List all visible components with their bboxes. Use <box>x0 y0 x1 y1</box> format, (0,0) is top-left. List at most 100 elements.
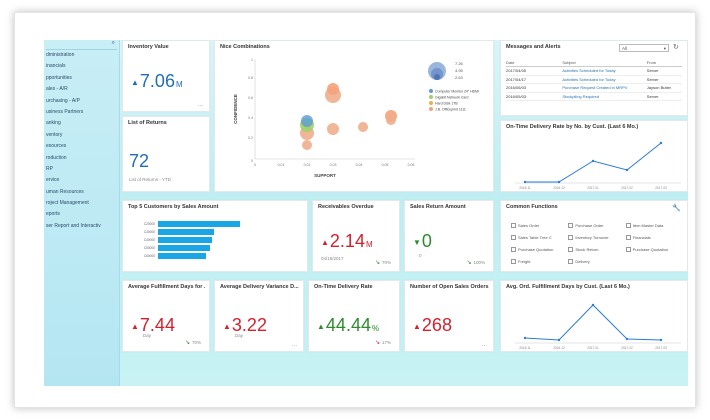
tile-fulfillment-by-customer[interactable]: Avg. Ord. Fulfillment Days by Cust. (Las… <box>500 280 688 352</box>
function-link[interactable]: Sales Table Tree C <box>511 235 564 240</box>
svg-text:2017.03: 2017.03 <box>655 346 667 350</box>
common-functions-grid: Sales Order Purchase Order Item Master Dat… <box>511 223 679 264</box>
svg-text:2017.02: 2017.02 <box>621 346 633 350</box>
svg-text:2017.01: 2017.01 <box>587 346 599 350</box>
tile-ontime-by-customer[interactable]: On-Time Delivery Rate by No. by Cust. (L… <box>500 120 688 192</box>
sidebar-item[interactable]: eports <box>44 209 119 220</box>
sidebar-item[interactable]: usiness Partners <box>44 107 119 118</box>
tile-receivables-overdue[interactable]: Receivables Overdue ▲2.14M 04/18/2017 ↘ 7… <box>312 200 400 272</box>
form-icon <box>568 259 574 264</box>
svg-text:2017.01: 2017.01 <box>587 186 599 190</box>
more-icon[interactable]: ... <box>198 102 203 108</box>
function-link[interactable]: Purchase Quotation <box>625 247 679 252</box>
sidebar-item[interactable]: ervice <box>44 175 119 186</box>
svg-text:2016.12: 2016.12 <box>553 186 565 190</box>
svg-text:2017.02: 2017.02 <box>621 186 633 190</box>
svg-text:0.02: 0.02 <box>304 163 311 167</box>
sidebar-search[interactable]: ⌕ <box>46 40 117 50</box>
form-icon <box>568 223 574 228</box>
form-icon <box>568 247 574 252</box>
form-icon <box>511 259 516 264</box>
tile-ontime-rate[interactable]: On-Time Delivery Rate ▲44.44% ↘ 17% <box>308 280 400 352</box>
svg-text:1: 1 <box>251 58 253 62</box>
table-row[interactable]: 2016/05/03 Purchase Request Created in MR… <box>506 83 682 93</box>
bubble-chart: 0 0.2 0.4 0.6 0.8 1 0 0.01 0.02 0.03 0.0… <box>233 58 479 178</box>
kpi-value: ▼0 <box>413 231 432 251</box>
wrench-icon[interactable]: 🔧 <box>672 204 681 212</box>
svg-text:2016.12: 2016.12 <box>553 346 565 350</box>
sidebar-item[interactable]: esources <box>44 141 119 152</box>
refresh-icon[interactable]: ↻ <box>673 43 679 51</box>
sidebar-item[interactable]: uman Resources <box>44 187 119 198</box>
tile-messages-alerts[interactable]: Messages and Alerts All ▾ ↻ Date Subject … <box>500 40 688 116</box>
tile-list-of-returns[interactable]: List of Returns 72 List of Returns - YTD <box>122 116 210 192</box>
sidebar-item[interactable]: pportunities <box>44 73 119 84</box>
sidebar-item[interactable]: inancials <box>44 61 119 72</box>
sidebar-item[interactable]: roduction <box>44 153 119 164</box>
svg-text:Gigabit Network Card: Gigabit Network Card <box>435 95 469 99</box>
tile-title: List of Returns <box>128 120 167 126</box>
form-icon <box>511 247 516 252</box>
sidebar-item[interactable]: roject Management <box>44 198 119 209</box>
svg-text:7.26: 7.26 <box>455 61 464 66</box>
tile-title: Receivables Overdue <box>318 204 374 210</box>
function-link[interactable]: Inventory Turnover <box>568 235 621 240</box>
search-icon[interactable]: ⌕ <box>112 40 115 47</box>
tile-fulfillment-days[interactable]: Average Fulfillment Days for ... ▲7.44 D… <box>122 280 210 352</box>
tile-common-functions[interactable]: Common Functions 🔧 Sales Order Purchase O… <box>500 200 688 272</box>
more-icon[interactable]: ... <box>482 342 487 348</box>
trend-down-icon: ▼ <box>413 237 421 247</box>
table-row[interactable]: 2017/04/05 Activities Scheduled for Today… <box>506 66 682 76</box>
tile-sales-return[interactable]: Sales Return Amount ▼0 0 ↘ 100% <box>404 200 494 272</box>
sidebar-item[interactable]: RP <box>44 164 119 175</box>
tile-nice-combinations[interactable]: Nice Combinations 0 0.2 0.4 0.6 0.8 1 0 … <box>214 40 494 192</box>
tile-inventory-value[interactable]: Inventory Value ▲7.06M ... <box>122 40 210 112</box>
table-row[interactable]: 2016/05/03 Stockpiling Required Server <box>506 92 682 102</box>
svg-text:0.8: 0.8 <box>248 76 253 80</box>
function-link[interactable]: Financials <box>625 235 679 240</box>
filter-dropdown[interactable]: All ▾ <box>619 44 669 52</box>
function-link[interactable]: Stock Return <box>568 247 621 252</box>
tile-top-customers[interactable]: Top 5 Customers by Sales Amount C20000 C… <box>122 200 308 272</box>
tile-delivery-variance[interactable]: Average Delivery Variance D... ▲3.22 Day… <box>214 280 304 352</box>
svg-text:Hard Disk 1TB: Hard Disk 1TB <box>435 101 458 105</box>
function-link[interactable]: Purchase Order <box>568 223 621 228</box>
tile-title: Number of Open Sales Orders <box>410 284 489 290</box>
kpi-footer: ↘ 70% <box>374 260 391 266</box>
dashboard: ⌕ dministration inancials pportunities ales… <box>44 40 688 386</box>
trend-up-icon: ▲ <box>321 237 329 247</box>
sidebar-item[interactable]: ales - A/R <box>44 84 119 95</box>
tile-title: On-Time Delivery Rate <box>314 284 373 290</box>
trend-down-icon: ↘ <box>374 260 380 266</box>
line-chart: 2016.11 2016.12 2017.01 2017.02 2017.03 <box>515 141 681 190</box>
sidebar-item[interactable]: ventory <box>44 130 119 141</box>
tile-title: Sales Return Amount <box>410 204 466 210</box>
function-link[interactable]: Item Master Data <box>625 223 679 228</box>
more-icon[interactable]: ... <box>292 342 297 348</box>
svg-text:C60000: C60000 <box>144 254 155 258</box>
svg-text:C30000: C30000 <box>144 230 155 234</box>
function-link[interactable]: Freight <box>511 259 564 264</box>
function-link[interactable]: Sales Order <box>511 223 564 228</box>
kpi-value: 72 <box>129 151 150 171</box>
form-icon <box>625 223 631 228</box>
kpi-subtitle: 0 <box>419 253 422 258</box>
trend-up-icon: ▲ <box>131 77 139 87</box>
sidebar-item[interactable]: dministration <box>44 50 119 61</box>
sidebar-item[interactable]: urchasing - A/P <box>44 96 119 107</box>
tile-title: Average Delivery Variance D... <box>220 284 299 290</box>
sidebar-item[interactable]: ser Report and Interactiv <box>44 221 119 232</box>
function-link[interactable]: Delivery <box>568 259 621 264</box>
svg-text:0: 0 <box>254 163 256 167</box>
x-axis-label: SUPPORT <box>314 173 336 178</box>
kpi-subtitle: List of Returns - YTD <box>129 177 171 182</box>
size-legend: 7.26 4.95 2.63 <box>428 61 464 80</box>
table-row[interactable]: 2017/04/17 Activities Scheduled for Today… <box>506 75 682 85</box>
tile-open-sales-orders[interactable]: Number of Open Sales Orders ▲268 ... <box>404 280 494 352</box>
tile-title: Messages and Alerts <box>506 44 561 50</box>
messages-table: Date Subject From 2017/04/05 Activities S… <box>506 59 682 102</box>
tile-title: Average Fulfillment Days for ... <box>128 284 205 290</box>
function-link[interactable]: Purchase Quotation <box>511 247 564 252</box>
sidebar-item[interactable]: anking <box>44 118 119 129</box>
trend-up-icon: ▲ <box>223 321 231 331</box>
